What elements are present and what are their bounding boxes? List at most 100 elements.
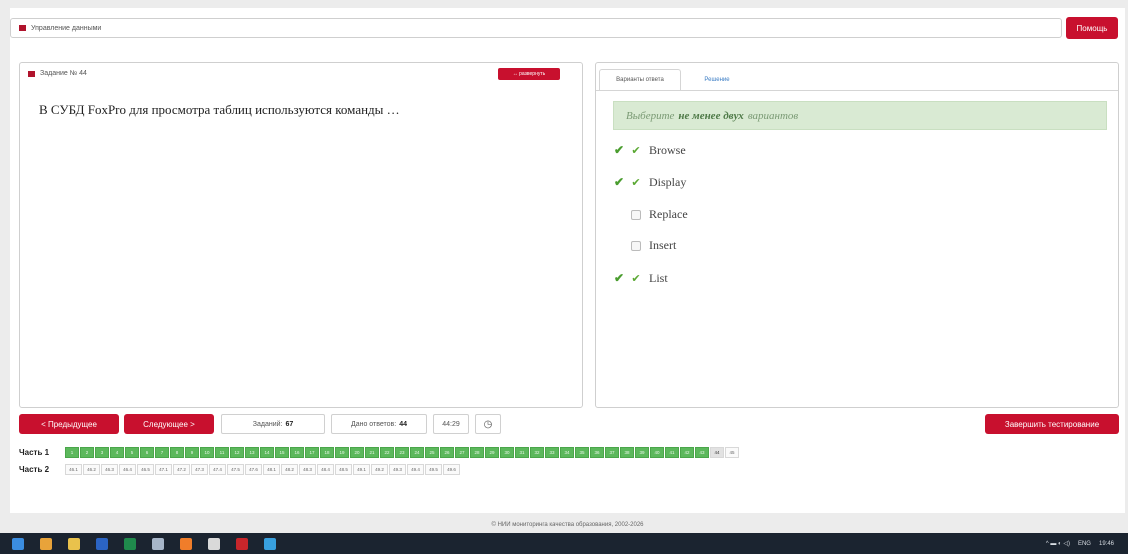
- task-cell[interactable]: 49.2: [371, 464, 388, 475]
- tray-icons[interactable]: ^ ▬ ◐ ◁): [1046, 540, 1070, 547]
- task-cell[interactable]: 2: [80, 447, 94, 458]
- task-cell[interactable]: 48.3: [299, 464, 316, 475]
- task-cell[interactable]: 32: [530, 447, 544, 458]
- previous-button[interactable]: < Предыдущее: [19, 414, 119, 434]
- option-checkbox[interactable]: ✔: [631, 273, 641, 285]
- task-cell[interactable]: 34: [560, 447, 574, 458]
- task-cell[interactable]: 24: [410, 447, 424, 458]
- task-cell[interactable]: 12: [230, 447, 244, 458]
- task-cell[interactable]: 43: [695, 447, 709, 458]
- task-cell[interactable]: 49.3: [389, 464, 406, 475]
- task-cell[interactable]: 47.3: [191, 464, 208, 475]
- task-cell[interactable]: 9: [185, 447, 199, 458]
- task-cell[interactable]: 47.4: [209, 464, 226, 475]
- task-cell[interactable]: 16: [290, 447, 304, 458]
- task-cell[interactable]: 35: [575, 447, 589, 458]
- task-cell[interactable]: 4: [110, 447, 124, 458]
- task-cell[interactable]: 46.3: [101, 464, 118, 475]
- option-checkbox[interactable]: [631, 240, 641, 251]
- task-cell[interactable]: 29: [485, 447, 499, 458]
- file-explorer-icon[interactable]: [68, 537, 80, 550]
- task-cell[interactable]: 46.2: [83, 464, 100, 475]
- language-indicator[interactable]: ENG: [1078, 541, 1091, 547]
- clock-time[interactable]: 19:46: [1099, 541, 1114, 547]
- task-cell[interactable]: 30: [500, 447, 514, 458]
- chrome-icon[interactable]: [40, 537, 52, 550]
- tab-answer-options[interactable]: Варианты ответа: [599, 69, 681, 91]
- task-cell[interactable]: 7: [155, 447, 169, 458]
- task-cell[interactable]: 18: [320, 447, 334, 458]
- option-display[interactable]: ✔ ✔ Display: [614, 175, 686, 190]
- task-cell[interactable]: 46.4: [119, 464, 136, 475]
- task-cell[interactable]: 49.6: [443, 464, 460, 475]
- task-cell[interactable]: 15: [275, 447, 289, 458]
- task-cell[interactable]: 26: [440, 447, 454, 458]
- task-cell[interactable]: 17: [305, 447, 319, 458]
- task-cell[interactable]: 31: [515, 447, 529, 458]
- task-cell[interactable]: 22: [380, 447, 394, 458]
- task-cell[interactable]: 44: [710, 447, 724, 458]
- task-cell[interactable]: 1: [65, 447, 79, 458]
- task-cell[interactable]: 27: [455, 447, 469, 458]
- task-cell[interactable]: 6: [140, 447, 154, 458]
- task-cell[interactable]: 40: [650, 447, 664, 458]
- windows-start-icon[interactable]: [12, 537, 24, 550]
- task-header: Задание № 44: [28, 70, 87, 77]
- task-cell[interactable]: 47.1: [155, 464, 172, 475]
- task-cell[interactable]: 47.2: [173, 464, 190, 475]
- task-cell[interactable]: 11: [215, 447, 229, 458]
- filezilla-icon[interactable]: [236, 537, 248, 550]
- task-cell[interactable]: 42: [680, 447, 694, 458]
- task-cell[interactable]: 14: [260, 447, 274, 458]
- task-cell[interactable]: 48.1: [263, 464, 280, 475]
- option-checkbox[interactable]: ✔: [631, 177, 641, 189]
- task-cell[interactable]: 46.1: [65, 464, 82, 475]
- clock-icon[interactable]: ◷: [475, 414, 501, 434]
- option-browse[interactable]: ✔ ✔ Browse: [614, 143, 686, 158]
- task-cell[interactable]: 5: [125, 447, 139, 458]
- task-cell[interactable]: 38: [620, 447, 634, 458]
- tab-solution[interactable]: Решение: [692, 69, 742, 91]
- task-cell[interactable]: 10: [200, 447, 214, 458]
- telegram-icon[interactable]: [264, 537, 276, 550]
- word-icon[interactable]: [96, 537, 108, 550]
- task-cell[interactable]: 48.4: [317, 464, 334, 475]
- task-cell[interactable]: 20: [350, 447, 364, 458]
- excel-icon[interactable]: [124, 537, 136, 550]
- task-cell[interactable]: 41: [665, 447, 679, 458]
- task-cell[interactable]: 47.5: [227, 464, 244, 475]
- task-cell[interactable]: 36: [590, 447, 604, 458]
- task-cell[interactable]: 49.5: [425, 464, 442, 475]
- task-cell[interactable]: 45: [725, 447, 739, 458]
- task-cell[interactable]: 46.5: [137, 464, 154, 475]
- task-cell[interactable]: 48.2: [281, 464, 298, 475]
- task-cell[interactable]: 23: [395, 447, 409, 458]
- task-cell[interactable]: 33: [545, 447, 559, 458]
- task-cell[interactable]: 49.1: [353, 464, 370, 475]
- next-button[interactable]: Следующее >: [124, 414, 214, 434]
- expand-button[interactable]: ↔ развернуть: [498, 68, 560, 80]
- finish-test-button[interactable]: Завершить тестирование: [985, 414, 1119, 434]
- option-insert[interactable]: Insert: [614, 238, 676, 253]
- task-cell[interactable]: 13: [245, 447, 259, 458]
- task-cell[interactable]: 49.4: [407, 464, 424, 475]
- task-cell[interactable]: 37: [605, 447, 619, 458]
- task-cell[interactable]: 28: [470, 447, 484, 458]
- task-cell[interactable]: 48.5: [335, 464, 352, 475]
- option-checkbox[interactable]: ✔: [631, 145, 641, 157]
- task-cell[interactable]: 39: [635, 447, 649, 458]
- option-list[interactable]: ✔ ✔ List: [614, 271, 668, 286]
- tab-divider: [596, 90, 1118, 91]
- task-cell[interactable]: 3: [95, 447, 109, 458]
- option-replace[interactable]: Replace: [614, 207, 688, 222]
- task-cell[interactable]: 8: [170, 447, 184, 458]
- help-button[interactable]: Помощь: [1066, 17, 1118, 39]
- task-cell[interactable]: 25: [425, 447, 439, 458]
- option-checkbox[interactable]: [631, 209, 641, 220]
- yandex-browser-icon[interactable]: [208, 537, 220, 550]
- task-cell[interactable]: 21: [365, 447, 379, 458]
- firefox-icon[interactable]: [180, 537, 192, 550]
- task-cell[interactable]: 19: [335, 447, 349, 458]
- task-cell[interactable]: 47.6: [245, 464, 262, 475]
- app-icon[interactable]: [152, 537, 164, 550]
